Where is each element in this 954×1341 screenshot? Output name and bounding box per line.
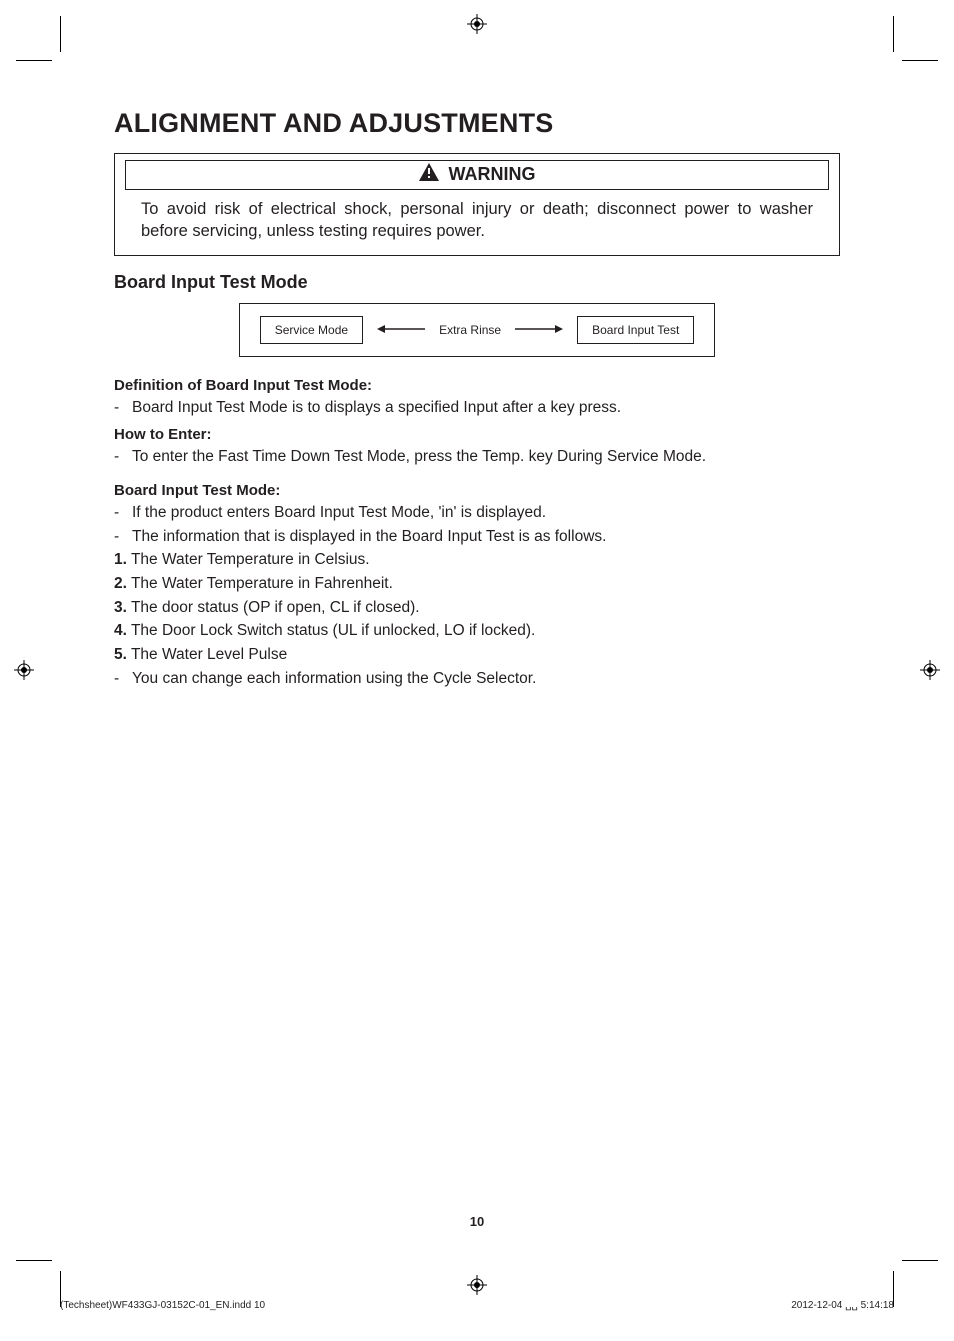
crop-mark-icon <box>893 16 894 52</box>
enter-text: To enter the Fast Time Down Test Mode, p… <box>132 448 706 465</box>
arrow-left-icon <box>377 321 425 339</box>
numbered-text-1: The Water Temperature in Celsius. <box>131 551 370 568</box>
mode-line: -The information that is displayed in th… <box>114 526 840 548</box>
warning-header: WARNING <box>125 160 829 190</box>
flow-frame: Service Mode Extra Rinse Board Input Tes… <box>239 303 716 357</box>
arrow-right-icon <box>515 321 563 339</box>
mode-text-0: If the product enters Board Input Test M… <box>132 504 546 521</box>
mode-tail-line: -You can change each information using t… <box>114 668 840 690</box>
definition-heading: Definition of Board Input Test Mode: <box>114 377 840 394</box>
numbered-text-5: The Water Level Pulse <box>131 646 287 663</box>
flow-box-right: Board Input Test <box>577 316 694 344</box>
numbered-item: 3. The door status (OP if open, CL if cl… <box>114 597 840 619</box>
numbered-item: 4. The Door Lock Switch status (UL if un… <box>114 620 840 642</box>
registration-mark-icon <box>14 660 34 680</box>
definition-text: Board Input Test Mode is to displays a s… <box>132 399 621 416</box>
registration-mark-icon <box>920 660 940 680</box>
warning-triangle-icon <box>419 163 439 186</box>
registration-mark-icon <box>467 14 487 34</box>
definition-line: -Board Input Test Mode is to displays a … <box>114 397 840 419</box>
numbered-item: 1. The Water Temperature in Celsius. <box>114 549 840 571</box>
mode-heading: Board Input Test Mode: <box>114 482 840 499</box>
warning-box: WARNING To avoid risk of electrical shoc… <box>114 153 840 256</box>
flow-box-left: Service Mode <box>260 316 363 344</box>
registration-mark-icon <box>467 1275 487 1295</box>
mode-tail-text: You can change each information using th… <box>132 670 536 687</box>
page-title: ALIGNMENT AND ADJUSTMENTS <box>114 108 840 139</box>
page-content: ALIGNMENT AND ADJUSTMENTS WARNING To avo… <box>114 108 840 691</box>
crop-mark-icon <box>60 16 61 52</box>
numbered-text-4: The Door Lock Switch status (UL if unloc… <box>131 622 535 639</box>
mode-line: -If the product enters Board Input Test … <box>114 502 840 524</box>
crop-mark-icon <box>902 60 938 61</box>
warning-text: To avoid risk of electrical shock, perso… <box>125 198 829 243</box>
section-title: Board Input Test Mode <box>114 272 840 293</box>
numbered-text-3: The door status (OP if open, CL if close… <box>131 599 420 616</box>
enter-line: -To enter the Fast Time Down Test Mode, … <box>114 446 840 468</box>
crop-mark-icon <box>16 1260 52 1261</box>
warning-label: WARNING <box>449 164 536 185</box>
numbered-item: 5. The Water Level Pulse <box>114 644 840 666</box>
mode-text-1: The information that is displayed in the… <box>132 528 606 545</box>
crop-mark-icon <box>16 60 52 61</box>
numbered-item: 2. The Water Temperature in Fahrenheit. <box>114 573 840 595</box>
numbered-text-2: The Water Temperature in Fahrenheit. <box>131 575 393 592</box>
flow-diagram: Service Mode Extra Rinse Board Input Tes… <box>114 303 840 357</box>
footer-file-info: (Techsheet)WF433GJ-03152C-01_EN.indd 10 <box>60 1300 265 1311</box>
footer: (Techsheet)WF433GJ-03152C-01_EN.indd 10 … <box>60 1300 894 1311</box>
flow-label-center: Extra Rinse <box>439 323 501 337</box>
enter-heading: How to Enter: <box>114 426 840 443</box>
crop-mark-icon <box>902 1260 938 1261</box>
page-number: 10 <box>0 1214 954 1229</box>
footer-timestamp: 2012-12-04 ␣␣ 5:14:18 <box>791 1300 894 1311</box>
